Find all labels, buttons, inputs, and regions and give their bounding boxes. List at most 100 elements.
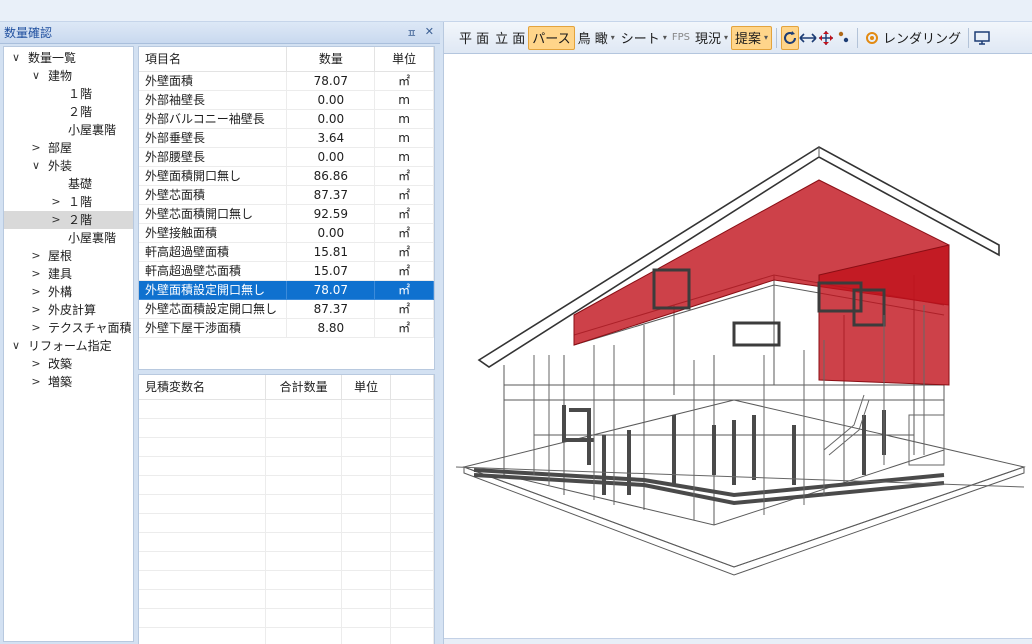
table-row[interactable]: 外部袖壁長 0.00 m [139,90,434,110]
tree-node[interactable]: > 増築 [4,373,133,391]
empty-cell [139,494,267,514]
house-perspective-model[interactable] [444,55,1032,638]
tree-node[interactable]: > テクスチャ面積 [4,319,133,337]
elevation-view-button[interactable]: 立 面 [492,26,528,50]
tree-node[interactable]: ∨ 外装 [4,157,133,175]
monitor-icon[interactable] [973,26,991,50]
tree-node[interactable]: 基礎 [4,175,133,193]
empty-row[interactable] [139,532,434,552]
render-button[interactable]: レンダリング [862,26,964,50]
table-row[interactable]: 外部腰壁長 0.00 m [139,147,434,167]
table-row[interactable]: 外壁芯面積開口無し 92.59 ㎡ [139,204,434,224]
tree-node[interactable]: １階 [4,85,133,103]
tree-node[interactable]: ２階 [4,103,133,121]
birdseye-view-button[interactable]: 鳥 瞰 ▾ [575,26,618,50]
rotate-icon[interactable] [781,25,800,50]
empty-row[interactable] [139,589,434,609]
table-row[interactable]: 軒高超過壁芯面積 15.07 ㎡ [139,261,434,281]
tree-node[interactable]: > 改築 [4,355,133,373]
cell-quantity: 0.00 [286,90,376,110]
highlighted-walls [573,179,950,386]
tree-node[interactable]: > 外皮計算 [4,301,133,319]
chevron-right-icon[interactable]: > [30,373,42,391]
cell-quantity: 15.81 [286,242,376,262]
tree-node[interactable]: 小屋裏階 [4,229,133,247]
column-header-item-name[interactable]: 項目名 [139,47,288,72]
chevron-down-icon: ▾ [610,33,615,42]
tree-node-label: 部屋 [48,141,73,155]
chevron-right-icon[interactable]: > [30,139,42,157]
column-header-quantity[interactable]: 数量 [286,47,376,72]
chevron-down-icon[interactable]: ∨ [30,157,42,175]
column-header-estimate-unit[interactable]: 単位 [341,375,392,400]
chevron-right-icon[interactable]: > [30,355,42,373]
empty-cell [139,399,267,419]
chevron-right-icon[interactable]: > [50,211,62,229]
3d-viewport[interactable]: 平 面 立 面 パース 鳥 瞰 ▾ シート ▾ FPS 現況 ▾ 提案 ▾ レンダリング [443,22,1032,644]
table-row[interactable]: 外壁芯面積 87.37 ㎡ [139,185,434,205]
tree-node[interactable]: > 外構 [4,283,133,301]
empty-row[interactable] [139,418,434,438]
chevron-right-icon[interactable]: > [30,301,42,319]
table-row[interactable]: 外壁面積設定開口無し 78.07 ㎡ [139,280,434,300]
pan-horizontal-icon[interactable] [799,26,817,50]
tree-node[interactable]: 小屋裏階 [4,121,133,139]
table-row[interactable]: 軒高超過壁面積 15.81 ㎡ [139,242,434,262]
chevron-down-icon[interactable]: ∨ [10,49,22,67]
empty-row[interactable] [139,513,434,533]
column-header-estimate-variable[interactable]: 見積変数名 [139,375,267,400]
table-row[interactable]: 外壁下屋干渉面積 8.80 ㎡ [139,318,434,338]
tree-node[interactable]: > 屋根 [4,247,133,265]
birdseye-label: 鳥 瞰 [577,32,608,47]
chevron-right-icon[interactable]: > [30,283,42,301]
chevron-down-icon[interactable]: ∨ [30,67,42,85]
walk-icon[interactable] [835,26,853,50]
empty-row[interactable] [139,456,434,476]
chevron-down-icon[interactable]: ∨ [10,337,22,355]
table-row[interactable]: 外壁芯面積設定開口無し 87.37 ㎡ [139,299,434,319]
category-tree[interactable]: ∨ 数量一覧 ∨ 建物 １階 ２階 小屋裏階 > 部屋 ∨ 外装 基礎 >１階 >２階 小屋裏階 > 屋根 > 建具… [3,46,134,642]
empty-cell [341,437,392,457]
tree-node[interactable]: > 建具 [4,265,133,283]
empty-row[interactable] [139,399,434,419]
chevron-right-icon[interactable]: > [30,247,42,265]
chevron-right-icon[interactable]: > [30,319,42,337]
close-icon[interactable]: ✕ [425,25,434,41]
tree-node[interactable]: ∨ リフォーム指定 [4,337,133,355]
empty-row[interactable] [139,437,434,457]
table-row[interactable]: 外壁接触面積 0.00 ㎡ [139,223,434,243]
table-row[interactable]: 外部バルコニー袖壁長 0.00 m [139,109,434,129]
tree-node[interactable]: >１階 [4,193,133,211]
tree-node[interactable]: > 部屋 [4,139,133,157]
sheet-button[interactable]: シート ▾ [618,26,670,50]
empty-row[interactable] [139,627,434,644]
perspective-view-button[interactable]: パース [528,25,575,50]
plan-view-button[interactable]: 平 面 [456,26,492,50]
empty-cell [139,513,267,533]
empty-row[interactable] [139,608,434,628]
proposal-button[interactable]: 提案 ▾ [731,25,773,50]
cell-quantity: 78.07 [286,280,376,300]
tree-node[interactable]: >２階 [4,211,133,229]
empty-row[interactable] [139,494,434,514]
column-header-unit[interactable]: 単位 [374,47,434,72]
table-row[interactable]: 外壁面積 78.07 ㎡ [139,71,434,91]
estimate-grid[interactable]: 見積変数名 合計数量 単位 [138,374,435,644]
empty-row[interactable] [139,551,434,571]
tree-node[interactable]: ∨ 建物 [4,67,133,85]
move-icon[interactable] [817,26,835,50]
tree-node[interactable]: ∨ 数量一覧 [4,49,133,67]
chevron-right-icon[interactable]: > [50,193,62,211]
current-state-button[interactable]: 現況 ▾ [692,26,731,50]
quantity-grid[interactable]: 項目名 数量 単位 外壁面積 78.07 ㎡外部袖壁長 0.00 m 外部バルコニー袖壁長… [138,46,435,370]
fps-button[interactable]: FPS [670,26,692,50]
pin-icon[interactable]: ㅍ [407,25,417,41]
tree-node-label: １階 [68,195,93,209]
chevron-right-icon[interactable]: > [30,265,42,283]
table-row[interactable]: 外部垂壁長 3.64 m [139,128,434,148]
column-header-total-quantity[interactable]: 合計数量 [265,375,342,400]
empty-row[interactable] [139,475,434,495]
table-row[interactable]: 外壁面積開口無し 86.86 ㎡ [139,166,434,186]
empty-cell [341,399,392,419]
empty-row[interactable] [139,570,434,590]
